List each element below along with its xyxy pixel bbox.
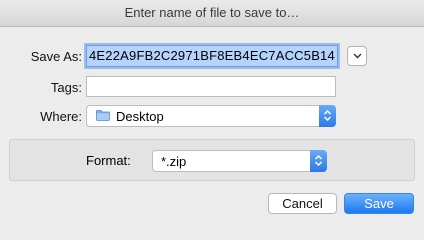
format-stepper[interactable]: [310, 150, 327, 172]
folder-icon: [96, 110, 110, 121]
format-label: Format:: [86, 153, 131, 168]
save-as-value: 4E22A9FB2C2971BF8EB4EC7ACC5B14: [87, 46, 337, 66]
up-down-arrows-icon: [323, 109, 332, 122]
tags-input[interactable]: [86, 76, 336, 97]
save-as-label: Save As:: [30, 49, 82, 64]
where-label: Where:: [40, 109, 82, 124]
dialog-title: Enter name of file to save to…: [124, 5, 300, 20]
format-select[interactable]: *.zip: [152, 150, 327, 172]
tags-label: Tags:: [50, 80, 82, 95]
save-as-input[interactable]: 4E22A9FB2C2971BF8EB4EC7ACC5B14: [86, 45, 338, 67]
up-down-arrows-icon: [314, 154, 323, 167]
where-select[interactable]: Desktop: [86, 105, 336, 127]
format-value: *.zip: [161, 154, 187, 169]
expand-dialog-button[interactable]: [347, 46, 367, 66]
chevron-down-icon: [353, 53, 361, 59]
save-button[interactable]: Save: [344, 193, 414, 214]
cancel-button[interactable]: Cancel: [268, 193, 337, 214]
dialog-title-bar: Enter name of file to save to…: [0, 0, 424, 27]
where-value: Desktop: [116, 109, 164, 124]
where-stepper[interactable]: [319, 105, 336, 127]
